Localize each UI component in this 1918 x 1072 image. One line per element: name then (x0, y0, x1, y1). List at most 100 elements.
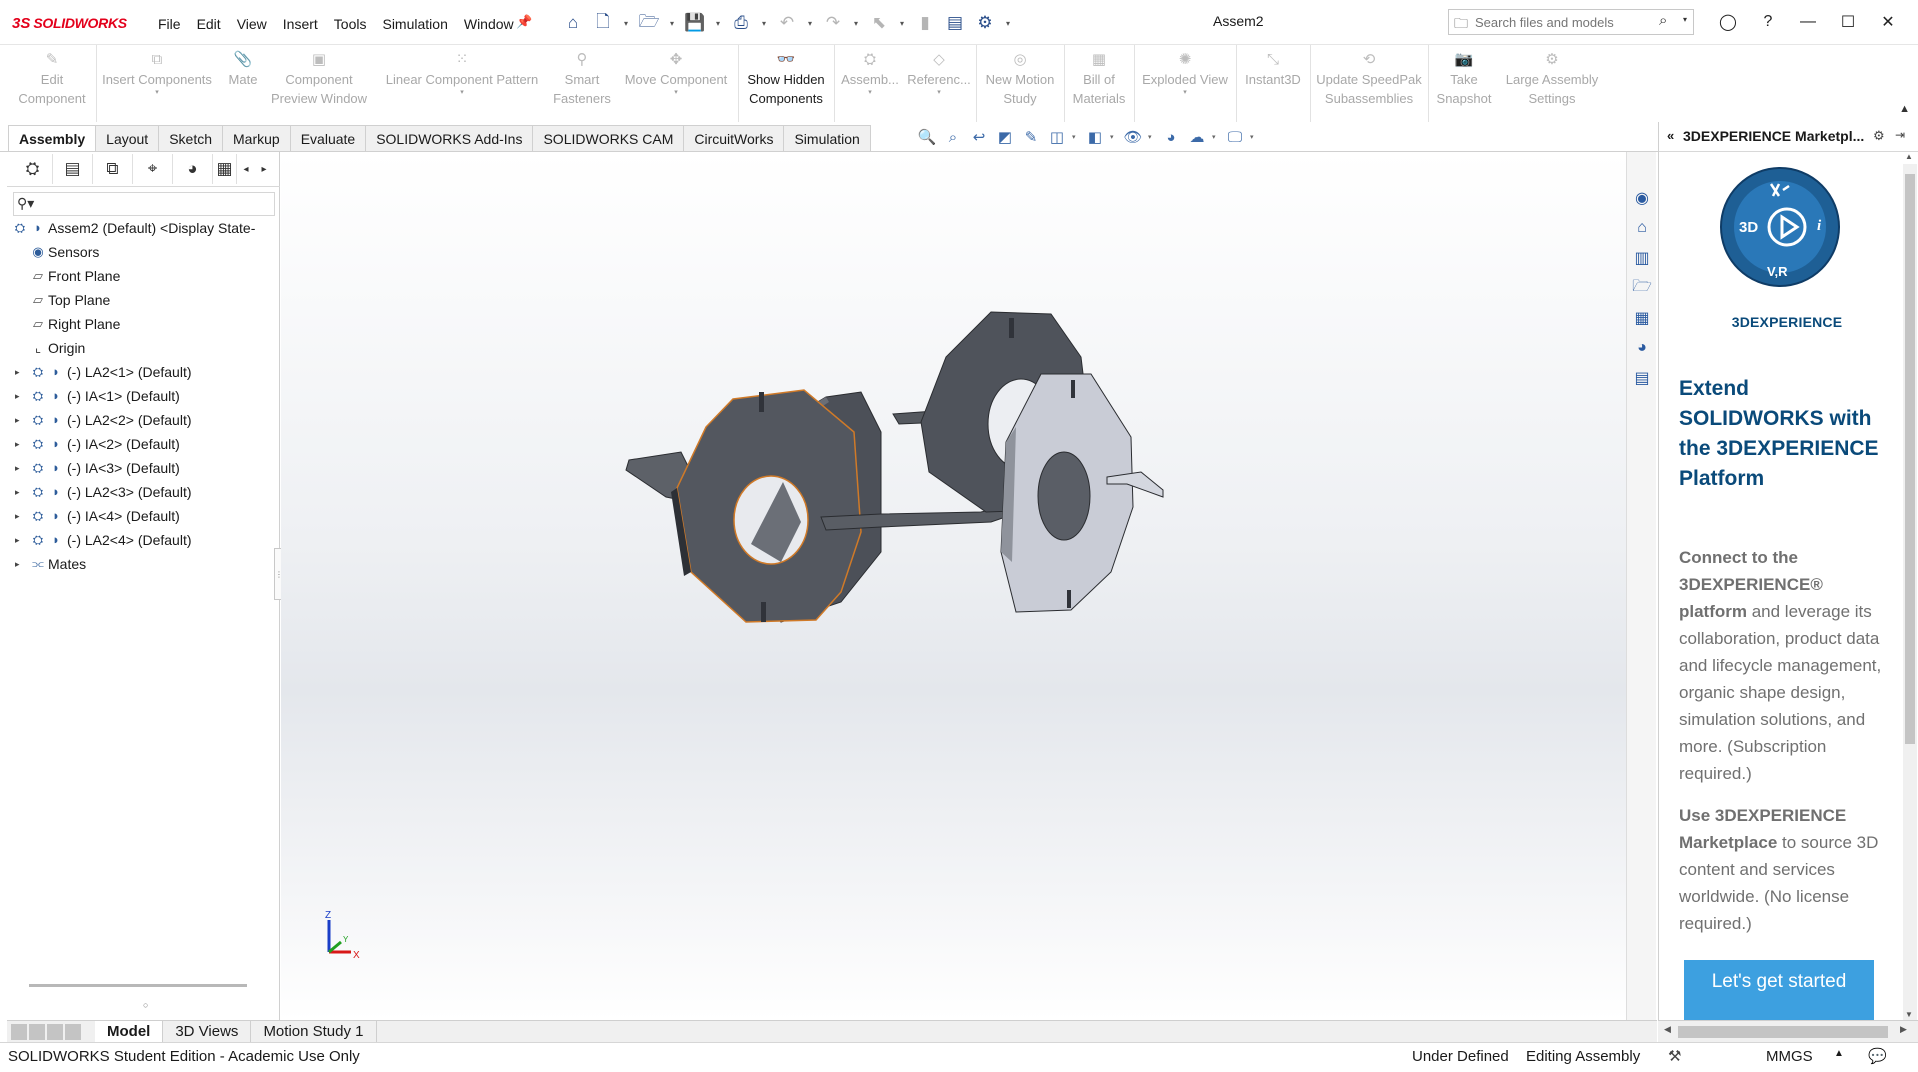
mate-button[interactable]: 📎 Mate (222, 49, 264, 119)
filter-icon[interactable]: ⚲▾ (17, 195, 34, 212)
scroll-thumb[interactable] (1905, 174, 1915, 744)
view-settings-dropdown-icon[interactable]: ▾ (1250, 133, 1258, 141)
first-tab-icon[interactable] (11, 1024, 27, 1040)
move-component-button[interactable]: ✥ Move Component ▾ (618, 49, 734, 119)
edit-appearance-icon[interactable]: ◕ (1160, 126, 1182, 148)
unit-system-dropdown-icon[interactable]: ▲ (1834, 1048, 1844, 1059)
hide-show-dropdown-icon[interactable]: ▾ (1148, 133, 1156, 141)
maximize-icon[interactable]: ☐ (1828, 9, 1868, 35)
insert-components-dropdown-icon[interactable]: ▾ (155, 89, 159, 97)
instant3d-button[interactable]: ⤡ Instant3D (1238, 49, 1308, 119)
redo-dropdown-icon[interactable]: ▾ (850, 19, 862, 28)
close-icon[interactable]: ✕ (1868, 9, 1908, 35)
reference-geometry-dropdown-icon[interactable]: ▾ (937, 89, 941, 97)
view-palette-icon[interactable]: ▦ (1628, 304, 1656, 332)
resources-home-icon[interactable]: ⌂ (1628, 214, 1656, 242)
property-manager-tab-icon[interactable]: ▤ (53, 154, 93, 184)
pane-splitter-icon[interactable]: ○ (143, 1000, 148, 1010)
tree-item-component[interactable]: ▸ ⛭ ◗ (-) IA<2> (Default) (7, 432, 280, 456)
options-icon[interactable]: ⚙ (972, 10, 998, 36)
custom-properties-icon[interactable]: ▤ (1628, 364, 1656, 392)
tree-item-root-assembly[interactable]: ⛭ ◗ Assem2 (Default) <Display State- (7, 216, 280, 240)
scroll-right-icon[interactable]: ▶ (1900, 1024, 1907, 1035)
exploded-view-dropdown-icon[interactable]: ▾ (1183, 89, 1187, 97)
tree-item-origin[interactable]: ⌞ Origin (7, 336, 280, 360)
assembly-features-dropdown-icon[interactable]: ▾ (868, 89, 872, 97)
exploded-view-button[interactable]: ✺ Exploded View ▾ (1136, 49, 1234, 119)
update-speedpak-button[interactable]: ⟲ Update SpeedPak Subassemblies (1312, 49, 1426, 119)
view-orientation-icon[interactable]: ◫ (1046, 126, 1068, 148)
zoom-to-fit-icon[interactable]: 🔍 (916, 126, 938, 148)
rebuild-indicator-icon[interactable]: ⚒ (1668, 1047, 1681, 1065)
new-document-icon[interactable]: 🗋 (590, 10, 616, 36)
tree-item-component[interactable]: ▸ ⛭ ◗ (-) IA<1> (Default) (7, 384, 280, 408)
tab-scroll-left-icon[interactable]: ◂ (237, 164, 255, 175)
menu-tools[interactable]: Tools (326, 14, 375, 34)
user-account-icon[interactable]: ◯ (1708, 9, 1748, 35)
rebuild-icon[interactable]: ▮ (912, 10, 938, 36)
display-style-dropdown-icon[interactable]: ▾ (1110, 133, 1118, 141)
previous-view-icon[interactable]: ↩ (968, 126, 990, 148)
insert-components-button[interactable]: ⧉ Insert Components ▾ (98, 49, 216, 119)
get-started-button[interactable]: Let's get started (1684, 960, 1874, 1020)
design-library-icon[interactable]: ▥ (1628, 244, 1656, 272)
pin-menu-icon[interactable]: 📌 (516, 14, 532, 30)
unit-system[interactable]: MMGS (1766, 1048, 1813, 1065)
expand-icon[interactable]: ▸ (15, 408, 20, 432)
previous-tab-icon[interactable] (29, 1024, 45, 1040)
tree-item-component[interactable]: ▸ ⛭ ◗ (-) IA<4> (Default) (7, 504, 280, 528)
component-preview-button[interactable]: ▣ Component Preview Window (264, 49, 374, 119)
tree-item-component[interactable]: ▸ ⛭ ◗ (-) LA2<3> (Default) (7, 480, 280, 504)
move-component-dropdown-icon[interactable]: ▾ (674, 89, 678, 97)
configuration-manager-tab-icon[interactable]: ⧉ (93, 154, 133, 184)
dimxpert-tab-icon[interactable]: ⌖ (133, 154, 173, 184)
tab-solidworks-addins[interactable]: SOLIDWORKS Add-Ins (365, 125, 534, 151)
tab-model[interactable]: Model (95, 1021, 164, 1043)
tree-item-top-plane[interactable]: ▱ Top Plane (7, 288, 280, 312)
task-pane-horizontal-scrollbar[interactable]: ◀ ▶ (1658, 1020, 1918, 1042)
graphics-area[interactable]: Z X Y (281, 152, 1626, 1020)
large-assembly-settings-button[interactable]: ⚙ Large Assembly Settings (1500, 49, 1604, 119)
settings-icon[interactable]: ⚙ (1873, 128, 1885, 144)
tab-markup[interactable]: Markup (222, 125, 291, 151)
apply-scene-icon[interactable]: ☁ (1186, 126, 1208, 148)
view-orientation-dropdown-icon[interactable]: ▾ (1072, 133, 1080, 141)
minimize-icon[interactable]: — (1788, 9, 1828, 35)
tab-3d-views[interactable]: 3D Views (163, 1021, 252, 1043)
expand-icon[interactable]: ▸ (15, 528, 20, 552)
linear-pattern-button[interactable]: ⁙ Linear Component Pattern ▾ (378, 49, 546, 119)
horizontal-scroll-thumb[interactable] (1678, 1026, 1888, 1038)
scroll-down-icon[interactable]: ▼ (1905, 1010, 1913, 1019)
menu-view[interactable]: View (229, 14, 275, 34)
expand-icon[interactable]: ▸ (15, 504, 20, 528)
tab-motion-study-1[interactable]: Motion Study 1 (251, 1021, 377, 1043)
tree-item-right-plane[interactable]: ▱ Right Plane (7, 312, 280, 336)
undo-dropdown-icon[interactable]: ▾ (804, 19, 816, 28)
hide-show-items-icon[interactable]: 👁 (1122, 126, 1144, 148)
menu-edit[interactable]: Edit (189, 14, 229, 34)
tree-item-component[interactable]: ▸ ⛭ ◗ (-) LA2<4> (Default) (7, 528, 280, 552)
bill-of-materials-button[interactable]: ▦ Bill of Materials (1066, 49, 1132, 119)
select-icon[interactable]: ⬉ (866, 10, 892, 36)
left-front-plate[interactable] (671, 389, 862, 623)
apply-scene-dropdown-icon[interactable]: ▾ (1212, 133, 1220, 141)
tree-item-sensors[interactable]: ◉ Sensors (7, 240, 280, 264)
tab-circuitworks[interactable]: CircuitWorks (683, 125, 785, 151)
expand-icon[interactable]: ▸ (15, 480, 20, 504)
expand-icon[interactable]: ▸ (15, 432, 20, 456)
solidworks-logo[interactable]: 3S SOLIDWORKS (12, 13, 127, 33)
section-view-icon[interactable]: ◩ (994, 126, 1016, 148)
save-icon[interactable]: 💾 (682, 10, 708, 36)
tab-evaluate[interactable]: Evaluate (289, 125, 367, 151)
3dexperience-icon[interactable]: ◉ (1628, 184, 1656, 212)
expand-icon[interactable]: ▸ (15, 384, 20, 408)
tree-item-component[interactable]: ▸ ⛭ ◗ (-) LA2<2> (Default) (7, 408, 280, 432)
tree-item-component[interactable]: ▸ ⛭ ◗ (-) IA<3> (Default) (7, 456, 280, 480)
undo-icon[interactable]: ↶ (774, 10, 800, 36)
scroll-left-icon[interactable]: ◀ (1664, 1024, 1671, 1035)
expand-icon[interactable]: ▸ (15, 360, 20, 384)
tab-scroll-right-icon[interactable]: ▸ (255, 164, 273, 175)
open-dropdown-icon[interactable]: ▾ (666, 19, 678, 28)
linear-pattern-dropdown-icon[interactable]: ▾ (460, 89, 464, 97)
edit-component-button[interactable]: ✎ Edit Component (10, 49, 94, 119)
